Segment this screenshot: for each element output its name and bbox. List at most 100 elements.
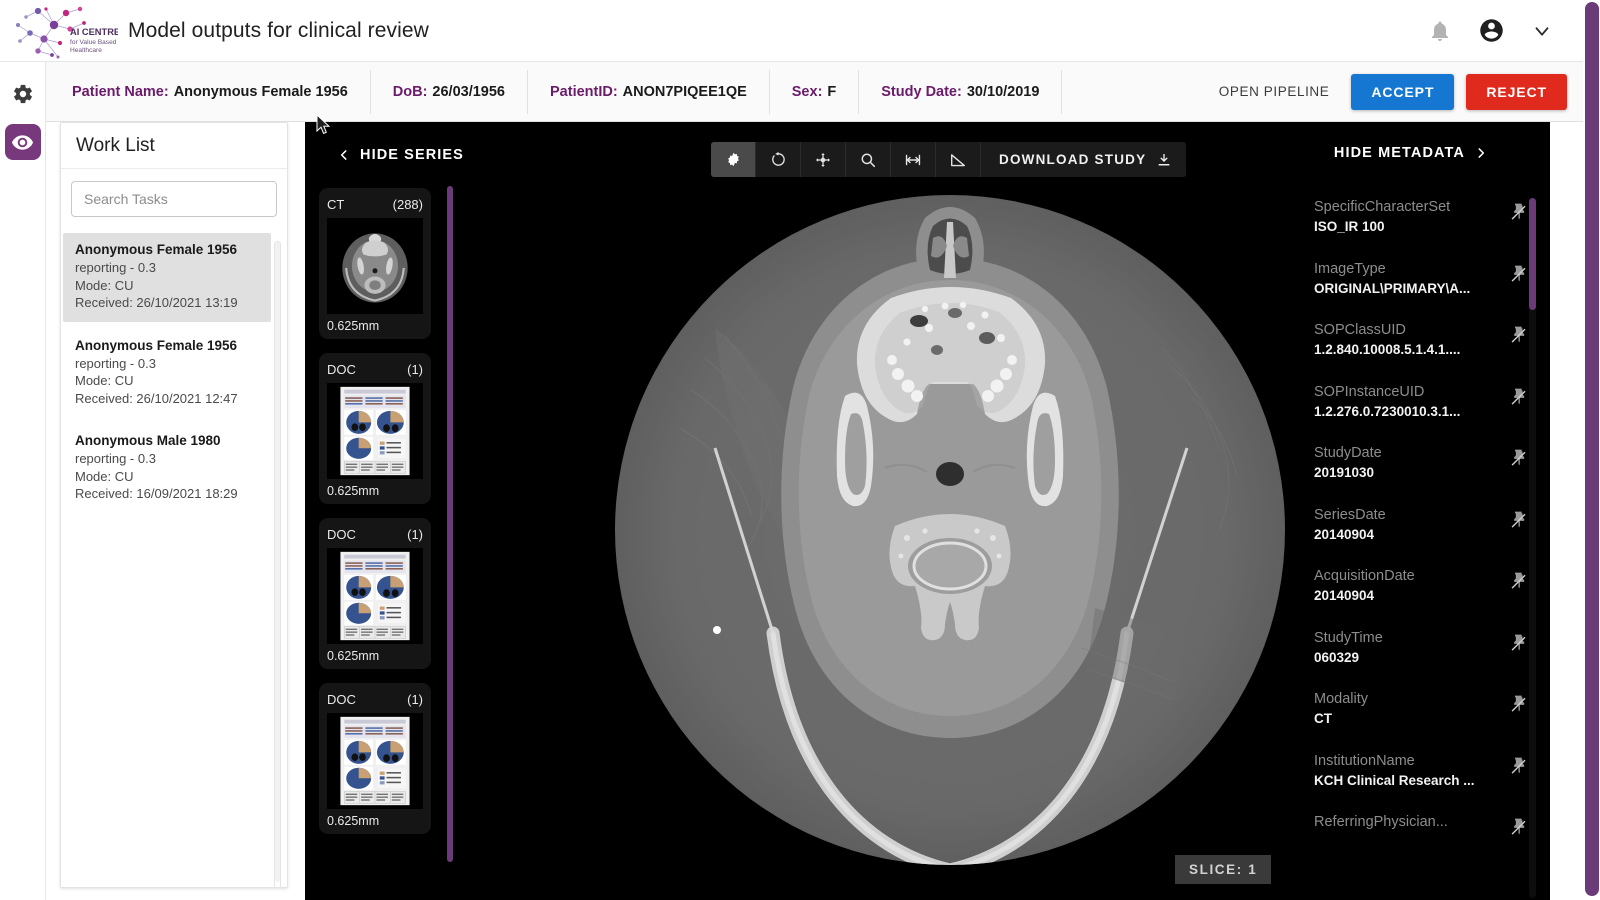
work-item-mode: Mode: CU — [75, 468, 134, 484]
work-item-received: Received: 26/10/2021 13:19 — [75, 295, 238, 310]
series-strip-scrollbar[interactable] — [447, 186, 453, 862]
series-thumbnail-image-doc — [327, 713, 423, 809]
metadata-row: ReferringPhysician... — [1314, 813, 1532, 842]
metadata-value: 20140904 — [1314, 588, 1375, 603]
work-list-items: Anonymous Female 1956 reporting - 0.3 Mo… — [61, 233, 287, 887]
patient-id-value: ANON7PIQEE1QE — [622, 83, 747, 100]
metadata-key: Modality — [1314, 691, 1368, 707]
series-thumbnail-card[interactable]: DOC (1) 0.625mm — [319, 683, 431, 834]
ct-image-stage[interactable]: SLICE: 1 — [595, 178, 1305, 890]
sex-value: F — [827, 83, 837, 100]
windowing-levels-icon[interactable] — [711, 142, 756, 177]
list-item[interactable]: Anonymous Male 1980 reporting - 0.3 Mode… — [73, 424, 286, 513]
series-thumbnail-card[interactable]: DOC (1) 0.625mm — [319, 353, 431, 504]
metadata-panel: SpecificCharacterSet ISO_IR 100 ImageTyp… — [1314, 198, 1532, 900]
patient-info-bar: Patient Name: Anonymous Female 1956 DoB:… — [46, 62, 1583, 122]
metadata-scrollbar-thumb[interactable] — [1529, 198, 1536, 310]
work-item-name: Anonymous Female 1956 — [75, 242, 238, 257]
page-scrollbar-thumb[interactable] — [1585, 2, 1599, 896]
work-list-search-row — [61, 169, 287, 217]
patient-field-id: PatientID: ANON7PIQEE1QE — [528, 69, 770, 114]
page-scrollbar[interactable] — [1583, 0, 1600, 900]
work-item-name: Anonymous Male 1980 — [75, 433, 221, 448]
notifications-bell-icon[interactable] — [1428, 19, 1452, 43]
series-modality: DOC — [327, 362, 356, 377]
mouse-cursor — [316, 114, 331, 135]
download-icon — [1158, 153, 1170, 165]
work-item-status: reporting - 0.3 — [75, 260, 156, 275]
settings-gear-icon[interactable] — [5, 76, 41, 112]
series-thumbnail-strip: CT (288) 0.625mm DOC (1) 0.625mm DOC (1)… — [319, 188, 447, 900]
hide-metadata-label: HIDE METADATA — [1333, 145, 1465, 161]
metadata-key: AcquisitionDate — [1314, 568, 1415, 584]
ai-centre-logo: AI CENTRE for Value Based Healthcare — [8, 3, 118, 59]
dob-value: 26/03/1956 — [432, 83, 505, 100]
patient-name-value: Anonymous Female 1956 — [173, 83, 348, 100]
accept-button[interactable]: ACCEPT — [1351, 73, 1455, 110]
metadata-key: ReferringPhysician... — [1314, 814, 1448, 830]
metadata-key: SOPClassUID — [1314, 322, 1406, 338]
chevron-right-icon — [1478, 148, 1485, 158]
angle-measure-icon[interactable] — [936, 142, 981, 177]
work-item-name: Anonymous Female 1956 — [75, 337, 238, 353]
metadata-key: StudyTime — [1314, 629, 1383, 646]
chevron-down-icon[interactable] — [1531, 20, 1553, 42]
download-study-button[interactable]: DOWNLOAD STUDY — [981, 142, 1187, 177]
pan-move-icon[interactable] — [801, 142, 846, 177]
series-modality: DOC — [327, 692, 356, 707]
hide-metadata-button[interactable]: HIDE METADATA — [1334, 144, 1488, 162]
left-icon-rail — [0, 62, 46, 900]
open-pipeline-button[interactable]: OPEN PIPELINE — [1209, 76, 1340, 107]
series-count: (1) — [407, 527, 423, 542]
series-thumbnail-card[interactable]: CT (288) 0.625mm — [319, 188, 431, 339]
hide-series-label: HIDE SERIES — [360, 147, 464, 163]
search-tasks-input[interactable] — [71, 181, 277, 217]
work-list-panel: Work List Anonymous Female 1956 reportin… — [60, 122, 288, 888]
zoom-magnifier-icon[interactable] — [846, 142, 891, 177]
account-circle-icon[interactable] — [1478, 17, 1505, 44]
header-actions — [1428, 17, 1583, 44]
viewer-eye-icon[interactable] — [4, 124, 41, 160]
app-header: AI CENTRE for Value Based Healthcare Mod… — [0, 0, 1583, 62]
metadata-key: SOPInstanceUID — [1314, 383, 1425, 400]
metadata-value: ISO_IR 100 — [1314, 219, 1385, 234]
metadata-key: StudyDate — [1314, 445, 1382, 461]
download-study-label: DOWNLOAD STUDY — [999, 152, 1147, 167]
rotate-icon[interactable] — [756, 142, 801, 177]
patient-name-label: Patient Name: — [72, 83, 169, 100]
work-list-scrollbar[interactable] — [274, 241, 281, 887]
work-item-mode: Mode: CU — [75, 373, 134, 388]
metadata-key: SpecificCharacterSet — [1314, 199, 1451, 215]
metadata-value: ORIGINAL\PRIMARY\A... — [1314, 280, 1471, 296]
logo-subtitle-line2: Healthcare — [70, 47, 102, 54]
chevron-left-icon — [340, 150, 347, 160]
metadata-value: 1.2.276.0.7230010.3.1... — [1314, 403, 1461, 419]
patient-field-dob: DoB: 26/03/1956 — [371, 69, 528, 114]
metadata-key: ImageType — [1314, 260, 1386, 277]
study-date-label: Study Date: — [881, 83, 962, 100]
metadata-row: SeriesDate 20140904 — [1314, 506, 1532, 544]
metadata-row: Modality CT — [1314, 690, 1532, 728]
metadata-value: KCH Clinical Research ... — [1314, 772, 1475, 788]
metadata-row: SpecificCharacterSet ISO_IR 100 — [1314, 198, 1532, 236]
metadata-value: CT — [1314, 711, 1332, 726]
work-list-scrollbar-thumb[interactable] — [275, 242, 280, 882]
patient-field-study-date: Study Date: 30/10/2019 — [859, 69, 1063, 114]
metadata-key: SeriesDate — [1314, 506, 1386, 523]
series-thickness: 0.625mm — [327, 814, 380, 828]
series-count: (1) — [407, 692, 423, 707]
logo-subtitle-line1: for Value Based — [70, 39, 117, 46]
work-item-received: Received: 26/10/2021 12:47 — [75, 390, 238, 406]
series-count: (288) — [392, 197, 423, 212]
work-list-title: Work List — [61, 123, 287, 169]
reject-button[interactable]: REJECT — [1466, 73, 1567, 110]
series-count: (1) — [407, 362, 423, 377]
series-thumbnail-card[interactable]: DOC (1) 0.625mm — [319, 518, 431, 669]
series-thickness: 0.625mm — [327, 484, 380, 498]
study-date-value: 30/10/2019 — [966, 83, 1040, 100]
list-item[interactable]: Anonymous Female 1956 reporting - 0.3 Mo… — [73, 329, 286, 418]
logo-title-text: AI CENTRE — [70, 27, 118, 37]
hide-series-button[interactable]: HIDE SERIES — [337, 146, 464, 164]
list-item[interactable]: Anonymous Female 1956 reporting - 0.3 Mo… — [63, 233, 271, 322]
length-measure-icon[interactable] — [891, 142, 936, 177]
